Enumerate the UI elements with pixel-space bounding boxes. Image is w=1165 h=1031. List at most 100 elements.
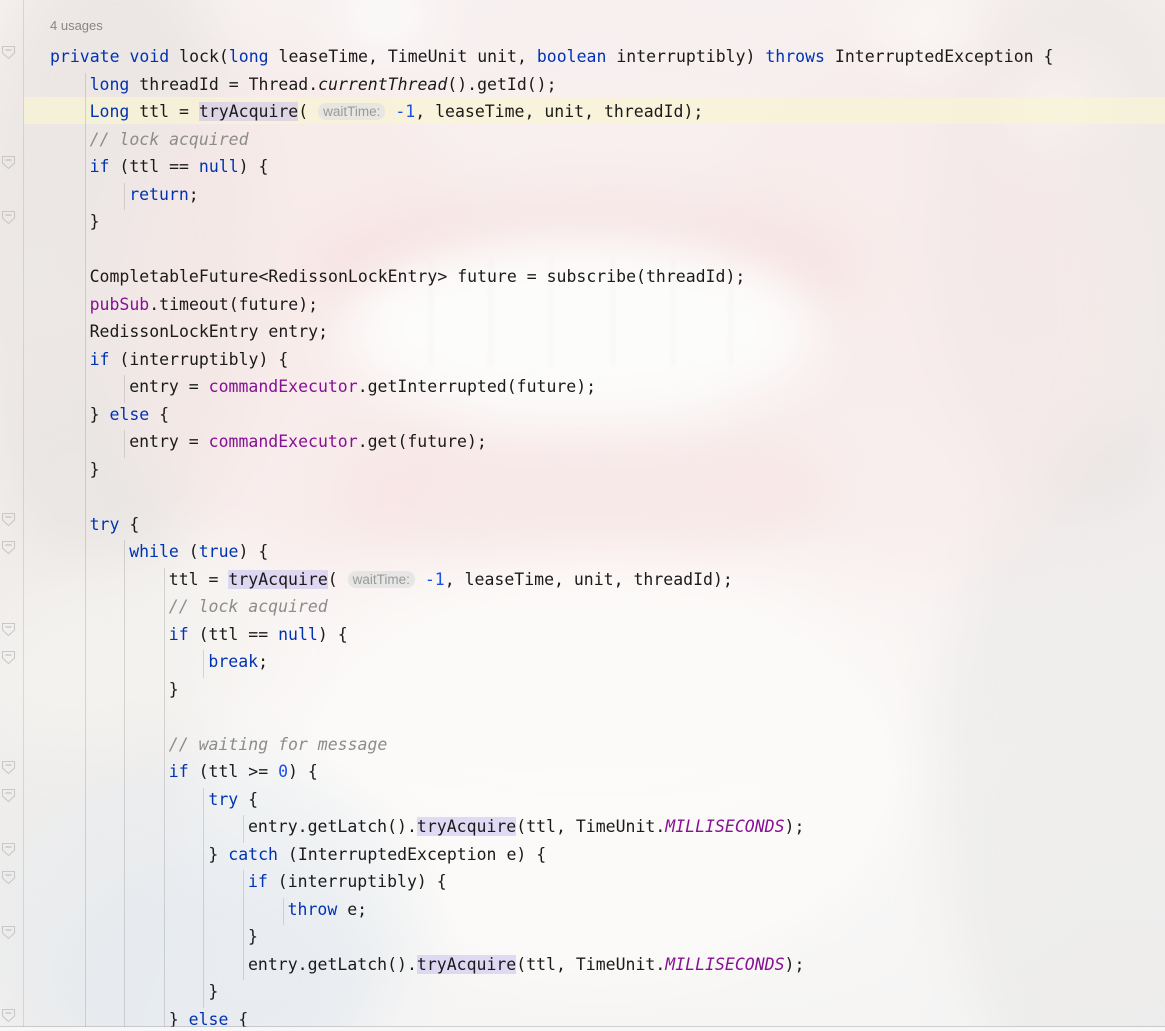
code-keyword: else [109,404,150,424]
code-line[interactable]: Long ttl = tryAcquire( waitTime: -1, lea… [89,98,703,126]
code-keyword: private [50,47,120,66]
code-line[interactable]: entry = commandExecutor.get(future); [129,428,487,456]
code-line[interactable]: RedissonLockEntry entry; [90,318,328,346]
code-line[interactable]: entry.getLatch().tryAcquire(ttl, TimeUni… [248,813,804,841]
code-identifier: ttl [526,817,556,836]
code-line[interactable]: // waiting for message [169,731,388,759]
code-identifier: ttl [208,762,239,781]
code-line[interactable]: } else { [90,401,170,429]
code-identifier: interruptibly [129,349,259,369]
code-line[interactable]: } [90,208,100,236]
code-field: pubSub [89,294,150,314]
code-keyword: Long [89,102,130,121]
code-line[interactable]: long threadId = Thread.currentThread().g… [90,71,557,99]
editor-bottom-strip [0,1027,1165,1031]
code-identifier: TimeUnit [575,817,656,836]
code-line[interactable]: CompletableFuture<RedissonLockEntry> fut… [90,263,746,291]
code-line[interactable]: pubSub.timeout(future); [90,291,319,319]
code-identifier: entry [248,954,298,974]
code-line[interactable]: } [169,676,179,704]
code-comment: // waiting for message [168,734,388,754]
code-identifier: getId [477,74,527,94]
code-identifier: entry [248,817,298,836]
code-line[interactable]: try { [208,786,258,814]
code-static-field: MILLISECONDS [665,954,785,974]
indent-guide [124,540,126,1031]
code-line[interactable]: if (interruptibly) { [90,346,289,374]
indent-guide [124,430,126,458]
parameter-name-inlay-hint[interactable]: waitTime: [318,103,386,120]
code-identifier: ttl [526,954,556,974]
indent-guide [243,815,244,843]
code-identifier: threadId [139,74,219,94]
code-identifier: lock [179,47,219,66]
code-keyword: return [129,184,189,204]
code-identifier: ttl [139,102,170,121]
code-line[interactable]: } [90,456,100,484]
code-line[interactable]: } [248,923,258,951]
code-editor[interactable]: 4 usages private void lock(long leaseTim… [0,0,1165,1031]
code-identifier: unit [573,569,614,589]
code-identifier: threadId [645,267,726,286]
code-line[interactable]: throw e; [288,896,367,924]
code-identifier: entry [129,432,179,451]
code-identifier: RedissonLockEntry [89,322,259,341]
code-identifier: leaseTime [464,569,554,589]
code-identifier: CompletableFuture [89,267,259,286]
code-keyword: if [168,624,189,644]
code-identifier: ttl [208,624,239,644]
code-line[interactable]: if (interruptibly) { [248,868,447,896]
code-line[interactable]: entry = commandExecutor.getInterrupted(f… [129,373,596,401]
code-line[interactable]: private void lock(long leaseTime, TimeUn… [50,43,1053,71]
code-identifier: get [367,432,398,451]
code-line[interactable]: // lock acquired [169,593,328,621]
code-identifier: future [407,432,467,451]
code-keyword: long [228,47,269,66]
code-identifier: threadId [633,569,713,589]
code-identifier: interruptibly [616,47,746,66]
code-identifier: tryAcquire [228,569,328,589]
code-identifier: TimeUnit [387,47,468,66]
code-line[interactable]: ttl = tryAcquire( waitTime: -1, leaseTim… [169,566,733,594]
code-line[interactable]: if (ttl == null) { [169,621,348,649]
code-line[interactable]: if (ttl >= 0) { [169,758,318,786]
code-keyword: if [89,157,110,176]
code-identifier: leaseTime [278,47,368,66]
usages-inlay-hint[interactable]: 4 usages [50,18,103,33]
code-keyword: void [129,47,170,66]
parameter-name-inlay-hint[interactable]: waitTime: [347,570,415,588]
code-identifier: e [506,844,517,864]
code-identifier: entry [268,322,319,341]
indent-guide [124,182,126,210]
code-identifier: future [516,377,577,396]
code-identifier: threadId [603,102,684,121]
code-identifier: future [238,294,299,314]
code-number: 0 [278,762,289,781]
code-identifier: TimeUnit [575,954,656,974]
indent-guide [84,72,86,1031]
code-keyword: long [89,74,130,94]
code-keyword: try [89,514,120,534]
code-keyword: if [89,349,110,369]
code-keyword: while [129,542,179,561]
code-line[interactable]: // lock acquired [90,126,249,154]
code-line[interactable]: entry.getLatch().tryAcquire(ttl, TimeUni… [248,951,804,979]
code-identifier: InterruptedException [297,844,497,864]
code-line[interactable]: } [208,978,218,1006]
code-line[interactable]: break; [208,648,268,676]
code-line[interactable]: while (true) { [129,538,268,566]
code-identifier: ttl [168,569,199,589]
code-line[interactable]: } catch (InterruptedException e) { [208,841,546,869]
code-identifier: tryAcquire [416,954,517,974]
code-line[interactable]: if (ttl == null) { [90,153,269,181]
code-comment: // lock acquired [89,129,249,149]
code-keyword: boolean [536,47,607,66]
code-static-method: currentThread [318,74,448,94]
code-identifier: subscribe [546,267,637,286]
code-identifier: timeout [159,294,229,314]
code-keyword: true [198,542,239,561]
code-text-area[interactable]: 4 usages private void lock(long leaseTim… [0,0,1165,1031]
code-line[interactable]: return; [129,181,199,209]
code-line[interactable]: try { [90,511,140,539]
code-identifier: InterruptedException [834,47,1034,66]
